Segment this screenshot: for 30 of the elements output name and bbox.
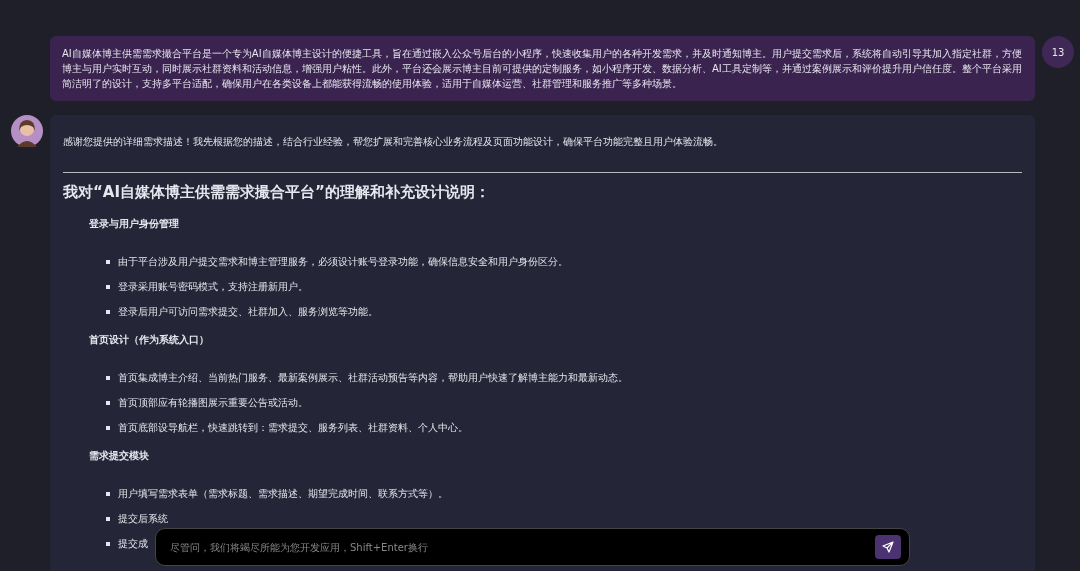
user-message: AI自媒体博主供需需求撮合平台是一个专为AI自媒体博主设计的便捷工具，旨在通过嵌入公众号后台的小程序，快速收集用户的各种开发需求，并及时通知博主。用户提交需求后，系统将自动引导其加入指定社群，方便博主与用户实时互动，同时展示社群资料和活动信息，增强用户粘性。此外，平台还会展示博主目前可提供的定制服务，如小程序开发、数据分析、AI工具定制等，并通过案例展示和评价提升用户信任度。整个平台采用简洁明了的设计，支持多平台适配，确保用户在各类设备上都能获得流畅的使用体验，适用于自媒体运营、社群管理和服务推广等多种场景。 [50,36,1035,101]
bullet-icon [106,376,110,380]
send-icon [882,541,894,553]
bullet-text: 首页集成博主介绍、当前热门服务、最新案例展示、社群活动预告等内容，帮助用户快速了解博主能力和最新动态。 [118,371,628,385]
section-title: 首页设计（作为系统入口） [89,333,210,347]
count-badge: 13 [1042,36,1074,68]
bullet-icon [106,401,110,405]
bullet-text: 由于平台涉及用户提交需求和博主管理服务，必须设计账号登录功能，确保信息安全和用户身份区分。 [118,255,568,269]
section-title: 登录与用户身份管理 [89,217,180,231]
bullet-text: 提交后系统 [118,512,168,526]
bullet-text: 首页顶部应有轮播图展示重要公告或活动。 [118,396,308,410]
reply-heading: 我对“AI自媒体博主供需需求撮合平台”的理解和补充设计说明： [63,182,491,203]
avatar-icon [11,115,43,147]
chat-input[interactable]: 尽管问，我们将竭尽所能为您开发应用，Shift+Enter换行 [168,540,875,554]
bullet-icon [106,517,110,521]
bullet-icon [106,285,110,289]
bullet-icon [106,542,110,546]
bullet-icon [106,426,110,430]
bullet-text: 用户填写需求表单（需求标题、需求描述、期望完成时间、联系方式等）。 [118,487,448,501]
intro-text: 感谢您提供的详细需求描述！我先根据您的描述，结合行业经验，帮您扩展和完善核心业务流程及页面功能设计，确保平台功能完整且用户体验流畅。 [63,135,724,149]
bullet-icon [106,260,110,264]
bullet-text: 登录采用账号密码模式，支持注册新用户。 [118,280,308,294]
bullet-text: 登录后用户可访问需求提交、社群加入、服务浏览等功能。 [118,305,378,319]
bullet-text: 首页底部设导航栏，快速跳转到：需求提交、服务列表、社群资料、个人中心。 [118,421,468,435]
bullet-icon [106,310,110,314]
bullet-icon [106,492,110,496]
section-title: 需求提交模块 [89,449,150,463]
input-bar[interactable]: 尽管问，我们将竭尽所能为您开发应用，Shift+Enter换行 [155,528,910,566]
bullet-text: 提交成 [118,537,148,551]
send-button[interactable] [875,535,901,559]
